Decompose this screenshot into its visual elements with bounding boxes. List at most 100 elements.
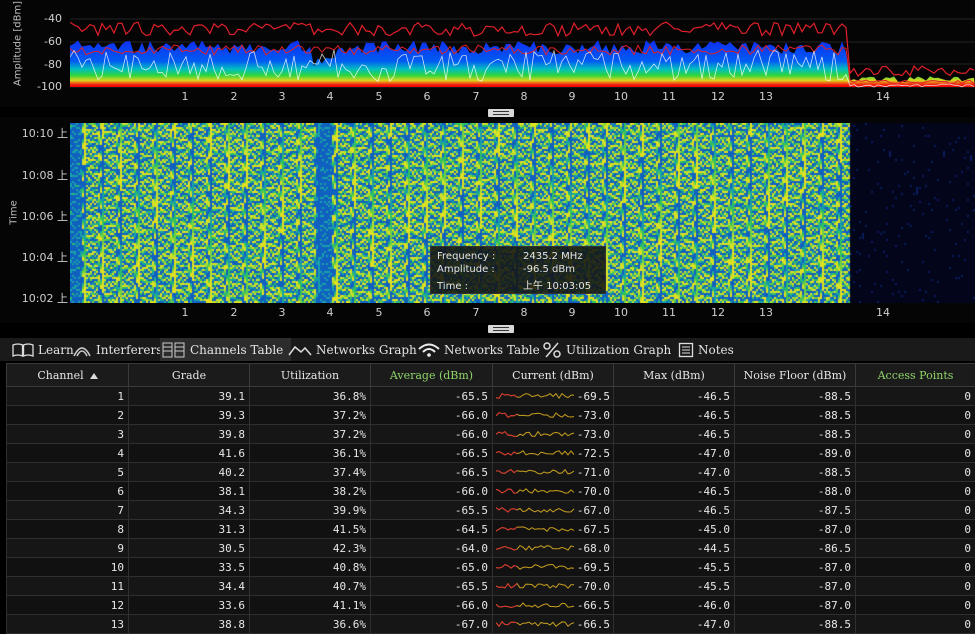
interferer-icon (72, 343, 92, 357)
tab-utilization-graph-label: Utilization Graph (566, 343, 671, 357)
cell-noise-floor: -89.0 (735, 444, 856, 463)
cell-grade: 41.6 (129, 444, 250, 463)
current-sparkline (496, 467, 576, 477)
current-value: -69.5 (577, 561, 610, 574)
spectrum-x-tick: 1 (175, 90, 195, 103)
cell-max: -46.5 (614, 501, 735, 520)
waterfall-y-tick: 10:08 上 (20, 167, 68, 183)
current-value: -70.0 (577, 580, 610, 593)
spectrum-x-tick: 6 (417, 90, 437, 103)
tab-learn[interactable]: Learn (12, 338, 74, 361)
channels-table: Channel Grade Utilization Average (dBm) … (6, 363, 975, 628)
tab-utilization-graph[interactable]: Utilization Graph (542, 338, 671, 361)
spectrum-y-tick: -60 (22, 35, 62, 48)
cell-channel: 3 (7, 425, 129, 444)
waterfall-y-tick: 10:06 上 (20, 208, 68, 224)
current-sparkline (496, 410, 576, 420)
cell-max: -46.5 (614, 406, 735, 425)
cell-noise-floor: -88.5 (735, 425, 856, 444)
cell-max: -46.5 (614, 425, 735, 444)
tab-bar: Learn Interferers Channels Table Network… (0, 338, 975, 361)
waterfall-x-tick: 12 (708, 306, 728, 319)
graph-icon (288, 343, 312, 357)
column-header-grade[interactable]: Grade (129, 364, 250, 387)
spectrum-y-tick: -40 (22, 12, 62, 25)
tab-learn-label: Learn (38, 343, 74, 357)
table-row[interactable]: 734.339.9%-65.5-67.0-46.5-87.50 (7, 501, 975, 520)
cell-current: -72.5 (493, 444, 614, 463)
table-row[interactable]: 339.837.2%-66.0-73.0-46.5-88.50 (7, 425, 975, 444)
column-header-channel[interactable]: Channel (7, 364, 129, 387)
notes-icon (678, 342, 694, 358)
cell-utilization: 41.5% (250, 520, 371, 539)
column-header-average[interactable]: Average (dBm) (371, 364, 493, 387)
table-icon (162, 342, 186, 358)
cell-channel: 7 (7, 501, 129, 520)
cell-grade: 38.8 (129, 615, 250, 634)
cell-current: -69.5 (493, 387, 614, 406)
table-row[interactable]: 139.136.8%-65.5-69.5-46.5-88.50 (7, 387, 975, 406)
cell-grade: 38.1 (129, 482, 250, 501)
table-row[interactable]: 1338.836.6%-67.0-66.5-47.0-88.50 (7, 615, 975, 634)
tab-networks-graph-label: Networks Graph (316, 343, 417, 357)
cell-grade: 34.3 (129, 501, 250, 520)
tab-interferers[interactable]: Interferers (72, 338, 162, 361)
spectrum-x-tick: 3 (272, 90, 292, 103)
waterfall-y-tick: 10:02 上 (20, 290, 68, 306)
spectrum-x-tick: 7 (466, 90, 486, 103)
table-row[interactable]: 930.542.3%-64.0-68.0-44.5-86.50 (7, 539, 975, 558)
column-header-access-points[interactable]: Access Points (856, 364, 975, 387)
cell-grade: 31.3 (129, 520, 250, 539)
current-sparkline (496, 429, 576, 439)
column-header-noise-floor[interactable]: Noise Floor (dBm) (735, 364, 856, 387)
waterfall-x-tick: 14 (873, 306, 893, 319)
table-row[interactable]: 441.636.1%-66.5-72.5-47.0-89.00 (7, 444, 975, 463)
cell-max: -45.0 (614, 520, 735, 539)
cell-average: -64.0 (371, 539, 493, 558)
waterfall-x-tick: 7 (466, 306, 486, 319)
cell-utilization: 42.3% (250, 539, 371, 558)
cell-current: -70.0 (493, 482, 614, 501)
cell-average: -66.5 (371, 444, 493, 463)
cell-average: -66.0 (371, 406, 493, 425)
column-header-max[interactable]: Max (dBm) (614, 364, 735, 387)
cell-grade: 39.1 (129, 387, 250, 406)
current-sparkline (496, 524, 576, 534)
spectrum-splitter-handle[interactable] (488, 109, 514, 117)
cell-utilization: 36.1% (250, 444, 371, 463)
tab-networks-table[interactable]: Networks Table (418, 338, 540, 361)
cell-noise-floor: -88.5 (735, 406, 856, 425)
table-row[interactable]: 1134.440.7%-65.5-70.0-45.5-87.00 (7, 577, 975, 596)
tab-notes-label: Notes (698, 343, 734, 357)
cell-utilization: 39.9% (250, 501, 371, 520)
waterfall-x-tick: 9 (562, 306, 582, 319)
hover-tooltip: Frequency :2435.2 MHz Amplitude :-96.5 d… (430, 246, 606, 294)
table-row[interactable]: 1233.641.1%-66.0-66.5-46.0-87.00 (7, 596, 975, 615)
cell-access-points: 0 (856, 577, 975, 596)
cell-utilization: 40.7% (250, 577, 371, 596)
table-row[interactable]: 831.341.5%-64.5-67.5-45.0-87.00 (7, 520, 975, 539)
table-row[interactable]: 638.138.2%-66.0-70.0-46.5-88.00 (7, 482, 975, 501)
cell-channel: 13 (7, 615, 129, 634)
tab-notes[interactable]: Notes (678, 338, 734, 361)
table-row[interactable]: 1033.540.8%-65.0-69.5-45.5-87.00 (7, 558, 975, 577)
cell-average: -65.0 (371, 558, 493, 577)
tab-networks-graph[interactable]: Networks Graph (288, 338, 417, 361)
tab-channels-table[interactable]: Channels Table (160, 338, 291, 361)
cell-grade: 33.5 (129, 558, 250, 577)
cell-access-points: 0 (856, 482, 975, 501)
spectrum-plot[interactable] (70, 0, 975, 88)
current-value: -67.0 (577, 504, 610, 517)
tab-channels-table-label: Channels Table (190, 343, 283, 357)
cell-access-points: 0 (856, 463, 975, 482)
column-header-utilization[interactable]: Utilization (250, 364, 371, 387)
waterfall-splitter-handle[interactable] (488, 325, 514, 333)
waterfall-x-tick: 10 (611, 306, 631, 319)
current-value: -67.5 (577, 523, 610, 536)
cell-utilization: 40.8% (250, 558, 371, 577)
table-row[interactable]: 540.237.4%-66.5-71.0-47.0-88.50 (7, 463, 975, 482)
cell-utilization: 36.6% (250, 615, 371, 634)
column-header-current[interactable]: Current (dBm) (493, 364, 614, 387)
table-row[interactable]: 239.337.2%-66.0-73.0-46.5-88.50 (7, 406, 975, 425)
cell-average: -66.0 (371, 596, 493, 615)
